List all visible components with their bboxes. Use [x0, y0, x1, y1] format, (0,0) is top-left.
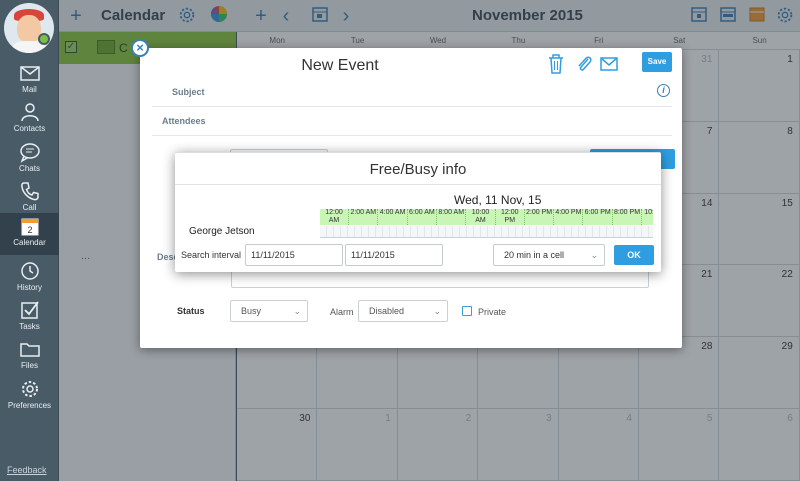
chat-icon	[19, 143, 40, 163]
nav-label: Preferences	[7, 401, 52, 410]
free-busy-dialog: Free/Busy info Wed, 11 Nov, 15 12:00 AM 2…	[175, 152, 661, 272]
nav-label: Tasks	[19, 322, 40, 331]
nav-item-files[interactable]: Files	[0, 336, 59, 376]
interval-to-input[interactable]: 11/11/2015	[345, 244, 443, 266]
nav-label: Chats	[19, 164, 40, 173]
chevron-down-icon: ⌄	[590, 250, 598, 260]
contacts-icon	[20, 103, 39, 122]
hour-label: 6:00 AM	[408, 209, 437, 225]
nav-label: Files	[21, 361, 38, 370]
email-icon[interactable]	[599, 53, 621, 75]
nav-item-preferences[interactable]: Preferences	[0, 376, 59, 416]
mail-icon	[19, 66, 40, 81]
hour-label: 4:00 PM	[554, 209, 584, 225]
hour-label: 8:00 AM	[437, 209, 467, 225]
avatar[interactable]	[4, 3, 54, 53]
folder-icon	[19, 343, 40, 357]
subject-row[interactable]: Subject	[152, 78, 672, 107]
private-label: Private	[478, 307, 507, 317]
attendees-row[interactable]: Attendees	[152, 107, 672, 136]
hour-label: 12:00 PM	[496, 209, 525, 225]
private-checkbox[interactable]	[462, 306, 472, 316]
online-status-indicator	[38, 33, 50, 45]
attendees-label: Attendees	[162, 116, 206, 126]
dialog-title: New Event	[301, 57, 379, 74]
gear-icon	[21, 381, 38, 397]
nav-label: Contacts	[13, 124, 46, 133]
attendee-name: George Jetson	[189, 226, 255, 237]
nav-label: Calendar	[13, 238, 46, 247]
subject-label: Subject	[172, 87, 205, 97]
task-icon	[20, 301, 39, 319]
hours-header: 12:00 AM 2:00 AM 4:00 AM 6:00 AM 8:00 AM 10:0…	[320, 209, 653, 225]
hour-label: 10:00 P	[642, 209, 653, 225]
nav-item-contacts[interactable]: Contacts	[0, 99, 59, 139]
hour-label: 2:00 AM	[349, 209, 379, 225]
hour-label: 6:00 PM	[584, 209, 613, 225]
nav-item-calendar[interactable]: 2 Calendar	[0, 213, 59, 255]
search-interval-label: Search interval	[181, 250, 242, 260]
attachment-icon[interactable]	[574, 53, 596, 75]
feedback-link[interactable]: Feedback	[7, 465, 47, 475]
nav-item-tasks[interactable]: Tasks	[0, 297, 59, 337]
hour-label: 4:00 AM	[379, 209, 408, 225]
cell-size-select[interactable]: 20 min in a cell ⌄	[493, 244, 605, 266]
info-icon[interactable]: i	[657, 84, 670, 97]
nav-item-history[interactable]: History	[0, 258, 59, 298]
ok-button[interactable]: OK	[614, 245, 654, 265]
chevron-down-icon: ⌄	[433, 306, 441, 316]
hour-label: 8:00 PM	[613, 209, 642, 225]
chevron-down-icon: ⌄	[293, 306, 301, 316]
calendar-badge: 2	[27, 225, 32, 235]
free-busy-title: Free/Busy info	[369, 161, 467, 178]
interval-from-input[interactable]: 11/11/2015	[245, 244, 343, 266]
status-value: Busy	[241, 306, 262, 316]
nav-label: Call	[22, 203, 37, 212]
nav-label: History	[17, 283, 42, 292]
left-nav: Mail Contacts Chats Call 2 Calendar Hist…	[0, 0, 59, 481]
cell-size-value: 20 min in a cell	[504, 250, 565, 260]
status-label: Status	[177, 306, 205, 316]
title-divider	[175, 184, 661, 185]
hour-label: 10:00 AM	[467, 209, 496, 225]
nav-item-chats[interactable]: Chats	[0, 139, 59, 179]
alarm-value: Disabled	[369, 306, 405, 316]
save-button[interactable]: Save	[642, 52, 672, 72]
nav-label: Mail	[22, 85, 37, 94]
attendee-timeline	[320, 226, 653, 238]
attendee-row: George Jetson	[183, 226, 653, 238]
status-select[interactable]: Busy ⌄	[230, 300, 308, 322]
free-busy-date: Wed, 11 Nov, 15	[454, 193, 542, 207]
alarm-select[interactable]: Disabled ⌄	[358, 300, 448, 322]
nav-item-call[interactable]: Call	[0, 178, 59, 218]
alarm-label: Alarm	[330, 307, 354, 317]
hour-label: 2:00 PM	[525, 209, 555, 225]
calendar-icon: 2	[21, 218, 38, 236]
hour-label: 12:00 AM	[320, 209, 349, 225]
clock-icon	[20, 262, 39, 280]
delete-icon[interactable]	[546, 53, 568, 75]
close-icon[interactable]: ×	[131, 39, 149, 57]
nav-item-mail[interactable]: Mail	[0, 60, 59, 100]
phone-icon	[20, 182, 39, 201]
